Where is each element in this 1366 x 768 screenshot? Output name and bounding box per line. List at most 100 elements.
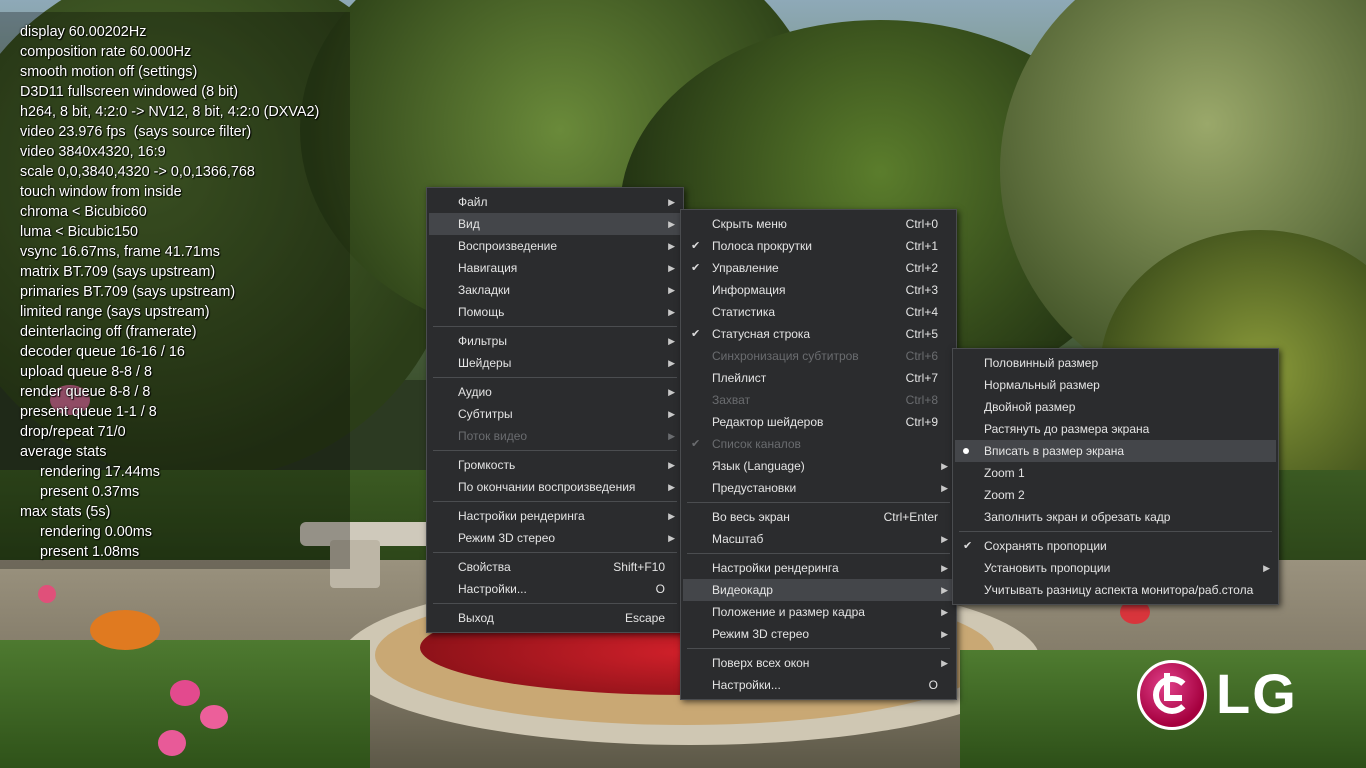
menu-separator: [687, 553, 950, 554]
view-menu-item-настройки-рендеринга[interactable]: Настройки рендеринга ▶: [683, 557, 954, 579]
submenu-arrow-icon: ▶: [941, 658, 948, 668]
frame-menu-item-zoom-2[interactable]: Zoom 2: [955, 484, 1276, 506]
osd-line: upload queue 8-8 / 8: [20, 364, 153, 380]
view-menu-item-положение-и-размер-кадра[interactable]: Положение и размер кадра ▶: [683, 601, 954, 623]
submenu-view: Скрыть меню Ctrl+0 ✔ Полоса прокрутки Ctrl+1…: [680, 209, 957, 700]
osd-line: composition rate 60.000Hz: [20, 44, 192, 60]
submenu-arrow-icon: ▶: [668, 482, 675, 492]
osd-line: touch window from inside: [20, 184, 182, 200]
main-menu-item-выход[interactable]: Выход Escape: [429, 607, 681, 629]
frame-menu-item-сохранять-пропорции[interactable]: ✔ Сохранять пропорции: [955, 535, 1276, 557]
osd-line: rendering 0.00ms: [40, 524, 152, 540]
main-menu-item-субтитры[interactable]: Субтитры ▶: [429, 403, 681, 425]
view-menu-item-информация[interactable]: Информация Ctrl+3: [683, 279, 954, 301]
menu-item-label: Сохранять пропорции: [984, 539, 1107, 553]
menu-item-label: Захват: [712, 393, 751, 407]
osd-line: present queue 1-1 / 8: [20, 404, 157, 420]
lg-watermark-text: LG: [1216, 662, 1298, 725]
menu-item-label: Настройки...: [458, 582, 527, 596]
view-menu-item-плейлист[interactable]: Плейлист Ctrl+7: [683, 367, 954, 389]
main-menu-item-поток-видео: Поток видео ▶: [429, 425, 681, 447]
osd-line: max stats (5s): [20, 504, 111, 520]
main-menu-item-воспроизведение[interactable]: Воспроизведение ▶: [429, 235, 681, 257]
frame-menu-item-половинный-размер[interactable]: Половинный размер: [955, 352, 1276, 374]
main-menu-item-навигация[interactable]: Навигация ▶: [429, 257, 681, 279]
osd-line: scale 0,0,3840,4320 -> 0,0,1366,768: [20, 164, 255, 180]
main-menu-item-свойства[interactable]: Свойства Shift+F10: [429, 556, 681, 578]
main-menu-item-режим-3d-стерео[interactable]: Режим 3D стерео ▶: [429, 527, 681, 549]
menu-item-label: Полоса прокрутки: [712, 239, 812, 253]
osd-line: h264, 8 bit, 4:2:0 -> NV12, 8 bit, 4:2:0…: [20, 104, 320, 120]
submenu-arrow-icon: ▶: [668, 409, 675, 419]
menu-item-label: Файл: [458, 195, 488, 209]
view-menu-item-масштаб[interactable]: Масштаб ▶: [683, 528, 954, 550]
checkmark-icon: ✔: [691, 240, 701, 252]
submenu-arrow-icon: ▶: [941, 607, 948, 617]
view-menu-item-видеокадр[interactable]: Видеокадр ▶: [683, 579, 954, 601]
frame-menu-item-учитывать-разницу-аспекта-монитора-раб-стола[interactable]: Учитывать разницу аспекта монитора/раб.с…: [955, 579, 1276, 601]
submenu-arrow-icon: ▶: [941, 563, 948, 573]
main-menu-item-фильтры[interactable]: Фильтры ▶: [429, 330, 681, 352]
checkmark-icon: ✔: [963, 540, 973, 552]
main-menu-item-громкость[interactable]: Громкость ▶: [429, 454, 681, 476]
view-menu-item-поверх-всех-окон[interactable]: Поверх всех окон ▶: [683, 652, 954, 674]
menu-item-label: Скрыть меню: [712, 217, 787, 231]
menu-item-label: Настройки рендеринга: [712, 561, 839, 575]
main-menu-item-шейдеры[interactable]: Шейдеры ▶: [429, 352, 681, 374]
view-menu-item-полоса-прокрутки[interactable]: ✔ Полоса прокрутки Ctrl+1: [683, 235, 954, 257]
view-menu-item-во-весь-экран[interactable]: Во весь экран Ctrl+Enter: [683, 506, 954, 528]
view-menu-item-управление[interactable]: ✔ Управление Ctrl+2: [683, 257, 954, 279]
main-menu-item-вид[interactable]: Вид ▶: [429, 213, 681, 235]
menu-item-shortcut: Ctrl+Enter: [883, 510, 938, 524]
view-menu-item-настройки[interactable]: Настройки... O: [683, 674, 954, 696]
osd-line: decoder queue 16-16 / 16: [20, 344, 185, 360]
menu-item-label: Статистика: [712, 305, 776, 319]
view-menu-item-статусная-строка[interactable]: ✔ Статусная строка Ctrl+5: [683, 323, 954, 345]
menu-item-label: Режим 3D стерео: [712, 627, 810, 641]
menu-separator: [433, 377, 677, 378]
menu-item-shortcut: Ctrl+6: [905, 349, 938, 363]
menu-separator: [687, 648, 950, 649]
frame-menu-item-нормальный-размер[interactable]: Нормальный размер: [955, 374, 1276, 396]
menu-item-label: Выход: [458, 611, 494, 625]
view-menu-item-предустановки[interactable]: Предустановки ▶: [683, 477, 954, 499]
view-menu-item-статистика[interactable]: Статистика Ctrl+4: [683, 301, 954, 323]
frame-menu-item-zoom-1[interactable]: Zoom 1: [955, 462, 1276, 484]
view-menu-item-редактор-шейдеров[interactable]: Редактор шейдеров Ctrl+9: [683, 411, 954, 433]
submenu-arrow-icon: ▶: [941, 461, 948, 471]
osd-line: average stats: [20, 444, 107, 460]
main-menu-item-настройки-рендеринга[interactable]: Настройки рендеринга ▶: [429, 505, 681, 527]
frame-menu-item-растянуть-до-размера-экрана[interactable]: Растянуть до размера экрана: [955, 418, 1276, 440]
menu-item-label: Заполнить экран и обрезать кадр: [984, 510, 1171, 524]
view-menu-item-скрыть-меню[interactable]: Скрыть меню Ctrl+0: [683, 213, 954, 235]
menu-item-label: Редактор шейдеров: [712, 415, 824, 429]
menu-item-shortcut: Ctrl+9: [905, 415, 938, 429]
menu-item-shortcut: Ctrl+0: [905, 217, 938, 231]
frame-menu-item-двойной-размер[interactable]: Двойной размер: [955, 396, 1276, 418]
submenu-arrow-icon: ▶: [941, 483, 948, 493]
main-menu-item-помощь[interactable]: Помощь ▶: [429, 301, 681, 323]
main-menu-item-настройки[interactable]: Настройки... O: [429, 578, 681, 600]
view-menu-item-режим-3d-стерео[interactable]: Режим 3D стерео ▶: [683, 623, 954, 645]
menu-item-label: Синхронизация субтитров: [712, 349, 859, 363]
main-menu-item-аудио[interactable]: Аудио ▶: [429, 381, 681, 403]
menu-item-label: Громкость: [458, 458, 516, 472]
frame-menu-item-установить-пропорции[interactable]: Установить пропорции ▶: [955, 557, 1276, 579]
osd-line: deinterlacing off (framerate): [20, 324, 197, 340]
main-menu-item-файл[interactable]: Файл ▶: [429, 191, 681, 213]
view-menu-item-язык-language[interactable]: Язык (Language) ▶: [683, 455, 954, 477]
menu-item-shortcut: O: [928, 678, 938, 692]
frame-menu-item-вписать-в-размер-экрана[interactable]: Вписать в размер экрана: [955, 440, 1276, 462]
menu-item-label: Вписать в размер экрана: [984, 444, 1125, 458]
menu-item-shortcut: Ctrl+4: [905, 305, 938, 319]
submenu-arrow-icon: ▶: [668, 241, 675, 251]
context-menu-main: Файл ▶ Вид ▶ Воспроизведение ▶ Навигация ▶ Закла…: [426, 187, 684, 633]
main-menu-item-по-окончании-воспроизведения[interactable]: По окончании воспроизведения ▶: [429, 476, 681, 498]
menu-item-shortcut: Ctrl+5: [905, 327, 938, 341]
osd-line: luma < Bicubic150: [20, 224, 138, 240]
osd-line: rendering 17.44ms: [40, 464, 160, 480]
submenu-arrow-icon: ▶: [668, 387, 675, 397]
menu-item-label: Учитывать разницу аспекта монитора/раб.с…: [984, 583, 1254, 597]
frame-menu-item-заполнить-экран-и-обрезать-кадр[interactable]: Заполнить экран и обрезать кадр: [955, 506, 1276, 528]
main-menu-item-закладки[interactable]: Закладки ▶: [429, 279, 681, 301]
